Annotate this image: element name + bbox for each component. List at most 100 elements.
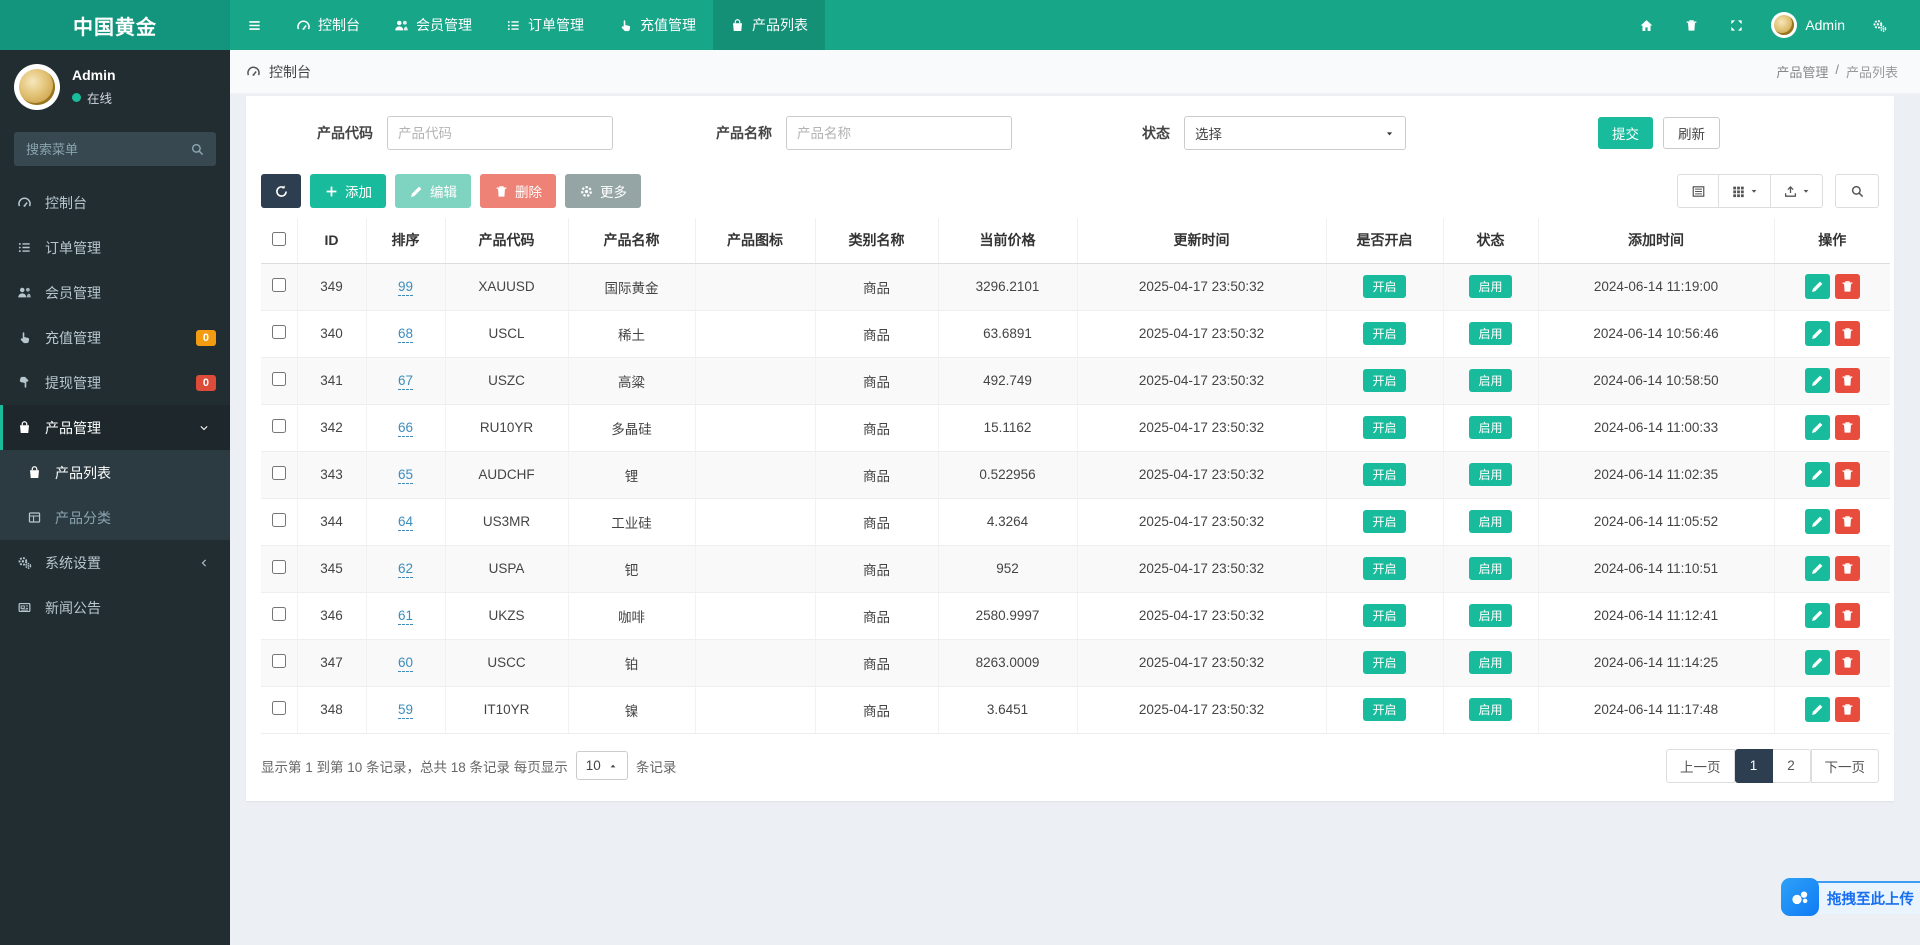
sidebar-subitem-grid[interactable]: 产品分类 [0,495,230,540]
row-edit-button[interactable] [1804,368,1830,393]
refresh-filter-button[interactable]: 刷新 [1663,117,1720,149]
row-edit-button[interactable] [1804,462,1830,487]
page-number-button[interactable]: 1 [1734,748,1773,783]
product-code-input[interactable] [387,116,613,150]
row-edit-button[interactable] [1804,697,1830,722]
row-checkbox[interactable] [271,466,286,480]
add-button[interactable]: 添加 [310,174,386,208]
page-number-button[interactable]: 2 [1772,748,1811,783]
status-select[interactable]: 选择 [1184,116,1406,150]
row-delete-button[interactable] [1834,415,1860,440]
row-edit-button[interactable] [1804,274,1830,299]
row-checkbox[interactable] [271,372,286,386]
status-badge[interactable]: 启用 [1469,557,1512,580]
row-checkbox[interactable] [271,701,286,715]
sort-editable-link[interactable]: 67 [397,373,414,390]
reload-table-button[interactable] [261,174,301,208]
sidebar-subitem-bag[interactable]: 产品列表 [0,450,230,495]
status-badge[interactable]: 启用 [1469,369,1512,392]
top-nav-item[interactable]: 会员管理 [377,0,489,50]
row-edit-button[interactable] [1804,415,1830,440]
top-nav-item[interactable]: 产品列表 [713,0,825,50]
enabled-badge[interactable]: 开启 [1363,604,1406,627]
enabled-badge[interactable]: 开启 [1363,275,1406,298]
status-badge[interactable]: 启用 [1469,322,1512,345]
row-delete-button[interactable] [1834,603,1860,628]
status-badge[interactable]: 启用 [1469,416,1512,439]
home-button[interactable] [1624,0,1669,50]
next-page-button[interactable]: 下一页 [1810,748,1879,783]
row-checkbox[interactable] [271,513,286,527]
sidebar-toggle-button[interactable] [230,0,279,50]
row-checkbox[interactable] [271,654,286,668]
row-checkbox[interactable] [271,278,286,292]
sidebar-search-input[interactable] [14,132,216,166]
status-badge[interactable]: 启用 [1469,698,1512,721]
sort-editable-link[interactable]: 59 [397,702,414,719]
sort-editable-link[interactable]: 60 [397,655,414,672]
enabled-badge[interactable]: 开启 [1363,557,1406,580]
user-menu-button[interactable]: Admin [1759,12,1857,38]
row-delete-button[interactable] [1834,556,1860,581]
row-edit-button[interactable] [1804,603,1830,628]
sort-editable-link[interactable]: 65 [397,467,414,484]
row-delete-button[interactable] [1834,274,1860,299]
prev-page-button[interactable]: 上一页 [1666,748,1735,783]
top-nav-item[interactable]: 订单管理 [489,0,601,50]
sort-editable-link[interactable]: 68 [397,326,414,343]
enabled-badge[interactable]: 开启 [1363,416,1406,439]
status-badge[interactable]: 启用 [1469,463,1512,486]
row-delete-button[interactable] [1834,321,1860,346]
row-delete-button[interactable] [1834,462,1860,487]
detail-view-button[interactable] [1677,174,1719,208]
fullscreen-button[interactable] [1714,0,1759,50]
sort-editable-link[interactable]: 61 [397,608,414,625]
sidebar-item-list[interactable]: 订单管理 [0,225,230,270]
sort-editable-link[interactable]: 99 [397,279,414,296]
status-badge[interactable]: 启用 [1469,651,1512,674]
enabled-badge[interactable]: 开启 [1363,651,1406,674]
row-checkbox[interactable] [271,419,286,433]
columns-button[interactable] [1719,174,1771,208]
row-delete-button[interactable] [1834,650,1860,675]
sort-editable-link[interactable]: 66 [397,420,414,437]
table-search-button[interactable] [1835,174,1879,208]
row-delete-button[interactable] [1834,509,1860,534]
settings-button[interactable] [1857,0,1902,50]
enabled-badge[interactable]: 开启 [1363,698,1406,721]
top-nav-item[interactable]: 充值管理 [601,0,713,50]
enabled-badge[interactable]: 开启 [1363,369,1406,392]
row-delete-button[interactable] [1834,368,1860,393]
sidebar-item-users[interactable]: 会员管理 [0,270,230,315]
row-edit-button[interactable] [1804,556,1830,581]
status-badge[interactable]: 启用 [1469,275,1512,298]
sidebar-item-hand[interactable]: 充值管理 0 [0,315,230,360]
delete-button[interactable]: 删除 [480,174,556,208]
top-nav-item[interactable]: 控制台 [279,0,377,50]
sidebar-item-gauge[interactable]: 控制台 [0,180,230,225]
row-edit-button[interactable] [1804,650,1830,675]
row-edit-button[interactable] [1804,321,1830,346]
status-badge[interactable]: 启用 [1469,604,1512,627]
per-page-select[interactable]: 10 [575,751,628,780]
sidebar-item-bag[interactable]: 产品管理 [0,405,230,450]
row-delete-button[interactable] [1834,697,1860,722]
export-button[interactable] [1771,174,1823,208]
product-name-input[interactable] [786,116,1012,150]
sidebar-item-hand-down[interactable]: 提现管理 0 [0,360,230,405]
sort-editable-link[interactable]: 64 [397,514,414,531]
sidebar-item-cogs[interactable]: 系统设置 [0,540,230,585]
search-icon[interactable] [190,142,205,157]
more-button[interactable]: 更多 [565,174,641,208]
clear-cache-button[interactable] [1669,0,1714,50]
sort-editable-link[interactable]: 62 [397,561,414,578]
enabled-badge[interactable]: 开启 [1363,463,1406,486]
sidebar-item-news[interactable]: 新闻公告 [0,585,230,630]
edit-button[interactable]: 编辑 [395,174,471,208]
row-checkbox[interactable] [271,607,286,621]
row-edit-button[interactable] [1804,509,1830,534]
row-checkbox[interactable] [271,560,286,574]
row-checkbox[interactable] [271,325,286,339]
submit-button[interactable]: 提交 [1598,117,1653,149]
select-all-checkbox[interactable] [271,231,286,246]
